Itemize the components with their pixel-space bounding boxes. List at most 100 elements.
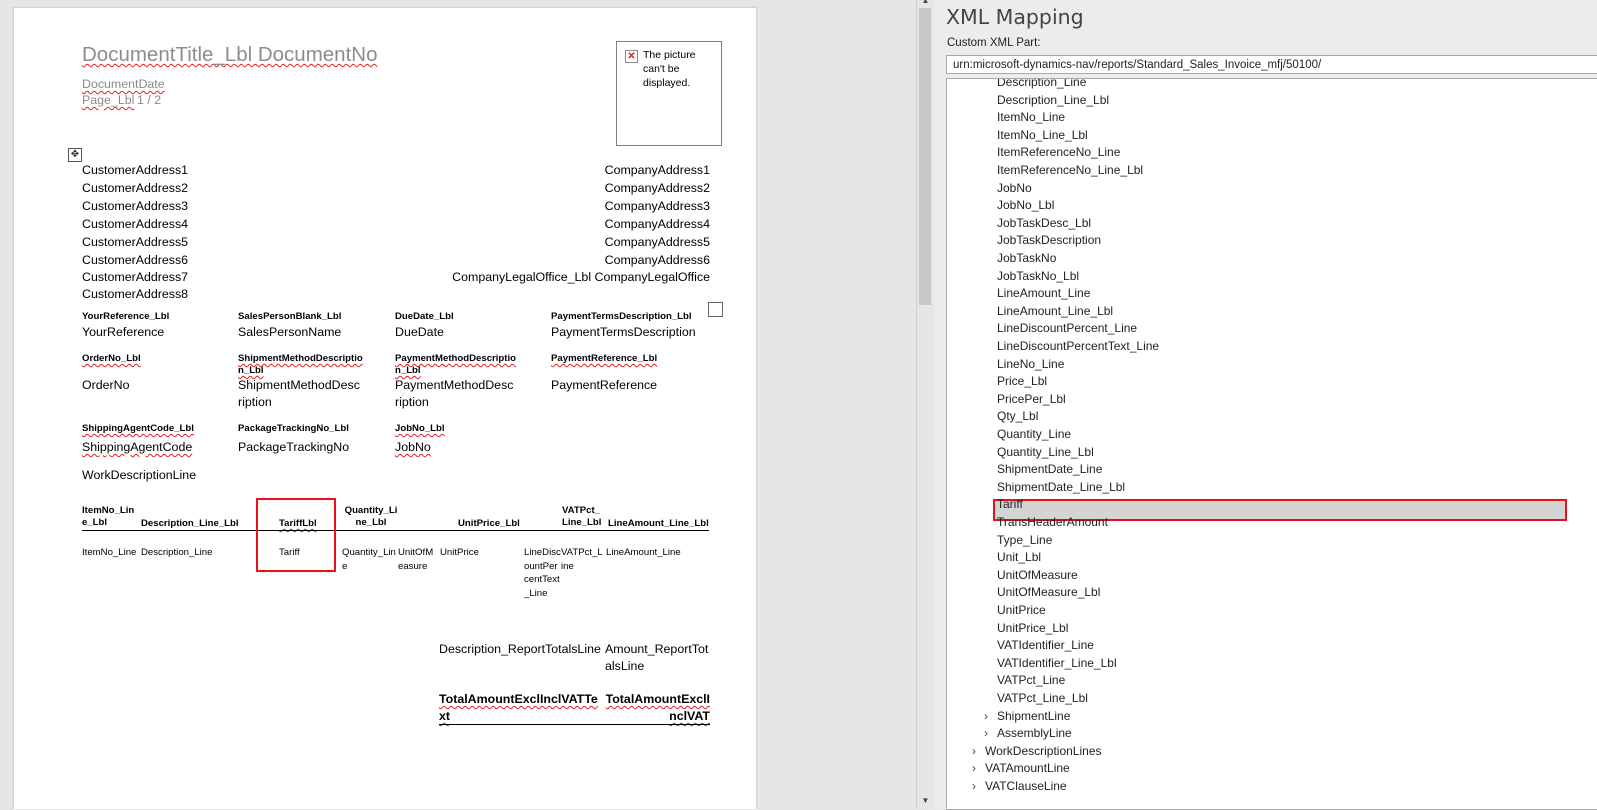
col-header-vat-pct: VATPct_Line_Lbl [562, 505, 602, 528]
xml-node[interactable]: PricePer_Lbl [997, 391, 1066, 409]
salesperson-label: SalesPersonBlank_Lbl [238, 311, 342, 322]
cell-description: Description_Line [141, 547, 213, 558]
customer-address-line: CustomerAddress4 [82, 217, 189, 231]
xml-node[interactable]: Description_Line_Lbl [997, 92, 1109, 110]
chevron-right-icon[interactable]: › [984, 726, 988, 740]
company-address-line: CompanyAddress5 [604, 235, 710, 249]
company-address-line: CompanyAddress4 [604, 217, 710, 231]
totals-description: Description_ReportTotalsLine [439, 642, 601, 656]
cell-unit-price: UnitPrice [440, 547, 479, 558]
xml-tree[interactable]: Description_Line Description_Line_Lbl Item… [946, 78, 1597, 810]
xml-node[interactable]: VATPct_Line_Lbl [997, 690, 1088, 708]
xml-node[interactable]: LineAmount_Line [997, 285, 1090, 303]
scroll-up-icon[interactable]: ▲ [920, 0, 931, 5]
page-label[interactable]: Page_Lbl [82, 93, 134, 108]
xml-node[interactable]: JobNo_Lbl [997, 197, 1054, 215]
cell-line-discount-text: LineDiscountPercentText_Line [524, 547, 561, 599]
xml-node[interactable]: JobTaskDesc_Lbl [997, 215, 1091, 233]
xml-node[interactable]: LineAmount_Line_Lbl [997, 303, 1113, 321]
chevron-right-icon[interactable]: › [972, 779, 976, 793]
order-no-value: OrderNo [82, 378, 130, 392]
xml-node[interactable]: LineDiscountPercentText_Line [997, 338, 1159, 356]
col-header-line-amount: LineAmount_Line_Lbl [608, 518, 709, 529]
table-header-rule [82, 530, 709, 531]
cell-unit-of-measure: UnitOfMeasure [398, 547, 434, 572]
page-number: 1 / 2 [137, 93, 162, 107]
xml-node[interactable]: UnitOfMeasure [997, 567, 1078, 585]
xml-node[interactable]: VATIdentifier_Line [997, 637, 1094, 655]
xml-node[interactable]: Price_Lbl [997, 373, 1047, 391]
company-address-line: CompanyAddress6 [604, 253, 710, 267]
xml-node[interactable]: JobTaskDescription [997, 232, 1101, 250]
scroll-down-icon[interactable]: ▼ [920, 796, 931, 805]
xml-node-collapsed[interactable]: ShipmentLine [997, 708, 1070, 726]
xml-node[interactable]: TransHeaderAmount [997, 514, 1108, 532]
due-date-value: DueDate [395, 325, 444, 339]
customer-address-line: CustomerAddress7 [82, 270, 189, 284]
xml-node[interactable]: LineDiscountPercent_Line [997, 320, 1137, 338]
xml-node-collapsed[interactable]: VATClauseLine [985, 778, 1067, 796]
xml-node[interactable]: JobTaskNo_Lbl [997, 268, 1079, 286]
xml-node[interactable]: UnitPrice [997, 602, 1046, 620]
xml-node[interactable]: VATPct_Line [997, 672, 1065, 690]
broken-image-icon: ✕ [625, 50, 638, 63]
chevron-right-icon[interactable]: › [972, 761, 976, 775]
customer-address-line: CustomerAddress2 [82, 181, 189, 195]
custom-xml-part-select[interactable]: urn:microsoft-dynamics-nav/reports/Stand… [946, 55, 1597, 74]
customer-address-line: CustomerAddress1 [82, 163, 189, 177]
chevron-right-icon[interactable]: › [984, 709, 988, 723]
xml-node[interactable]: ItemNo_Line_Lbl [997, 127, 1088, 145]
col-header-unit-price: UnitPrice_Lbl [458, 518, 520, 529]
xml-node[interactable]: Qty_Lbl [997, 408, 1038, 426]
xml-node[interactable]: ShipmentDate_Line_Lbl [997, 479, 1125, 497]
xml-node[interactable]: Unit_Lbl [997, 549, 1041, 567]
xml-node[interactable]: ItemReferenceNo_Line [997, 144, 1120, 162]
xml-node-collapsed[interactable]: WorkDescriptionLines [985, 743, 1102, 761]
scrollbar-thumb[interactable] [919, 8, 931, 305]
document-page[interactable]: DocumentTitle_Lbl DocumentNo DocumentDat… [13, 7, 757, 809]
document-date[interactable]: DocumentDate [82, 77, 165, 92]
move-handle-icon[interactable]: ✥ [68, 148, 82, 162]
shipping-agent-value: ShippingAgentCode [82, 440, 193, 454]
payment-method-label: PaymentMethodDescription_Lbl [395, 353, 517, 376]
payment-method-value: PaymentMethodDescription [395, 378, 514, 409]
col-header-item-no: ItemNo_Line_Lbl [82, 505, 135, 528]
due-date-label: DueDate_Lbl [395, 311, 454, 322]
xml-node[interactable]: UnitOfMeasure_Lbl [997, 584, 1100, 602]
tariff-column-highlight [256, 498, 336, 572]
xml-node[interactable]: Quantity_Line [997, 426, 1071, 444]
xml-mapping-pane: XML Mapping Custom XML Part: urn:microso… [934, 0, 1597, 810]
xml-node-collapsed[interactable]: AssemblyLine [997, 725, 1072, 743]
order-no-label: OrderNo_Lbl [82, 353, 141, 364]
xml-node[interactable]: JobTaskNo [997, 250, 1056, 268]
xml-node[interactable]: UnitPrice_Lbl [997, 620, 1068, 638]
xml-node[interactable]: Description_Line [997, 79, 1086, 92]
job-no-label: JobNo_Lbl [395, 423, 445, 434]
document-title[interactable]: DocumentTitle_Lbl DocumentNo [82, 43, 378, 67]
chevron-right-icon[interactable]: › [972, 744, 976, 758]
total-amount-value: TotalAmountExclInclVAT [605, 692, 710, 723]
logo-picture-placeholder[interactable]: ✕ The picture can't be displayed. [616, 41, 722, 146]
work-description-line: WorkDescriptionLine [82, 468, 197, 482]
xml-node[interactable]: Type_Line [997, 532, 1052, 550]
xml-node[interactable]: ItemNo_Line [997, 109, 1065, 127]
xml-node[interactable]: LineNo_Line [997, 356, 1064, 374]
customer-address-line: CustomerAddress8 [82, 287, 189, 301]
xml-node[interactable]: ShipmentDate_Line [997, 461, 1102, 479]
document-area[interactable]: DocumentTitle_Lbl DocumentNo DocumentDat… [0, 0, 916, 809]
customer-address-line: CustomerAddress3 [82, 199, 189, 213]
checkbox-placeholder[interactable] [708, 302, 723, 317]
xml-node[interactable]: Quantity_Line_Lbl [997, 444, 1094, 462]
custom-xml-part-label: Custom XML Part: [947, 37, 1041, 49]
company-address-line: CompanyAddress1 [604, 163, 710, 177]
xml-node[interactable]: VATIdentifier_Line_Lbl [997, 655, 1117, 673]
xml-node[interactable]: JobNo [997, 180, 1032, 198]
document-vertical-scrollbar[interactable]: ▲ ▼ [916, 0, 934, 809]
cell-quantity: Quantity_Line [342, 547, 396, 572]
company-address-line: CompanyAddress2 [604, 181, 710, 195]
xml-node[interactable]: ItemReferenceNo_Line_Lbl [997, 162, 1143, 180]
xml-node-selected[interactable]: Tariff [997, 496, 1023, 514]
salesperson-value: SalesPersonName [238, 325, 342, 339]
company-address-line: CompanyLegalOffice_Lbl CompanyLegalOffic… [452, 270, 710, 284]
xml-node-collapsed[interactable]: VATAmountLine [985, 760, 1070, 778]
